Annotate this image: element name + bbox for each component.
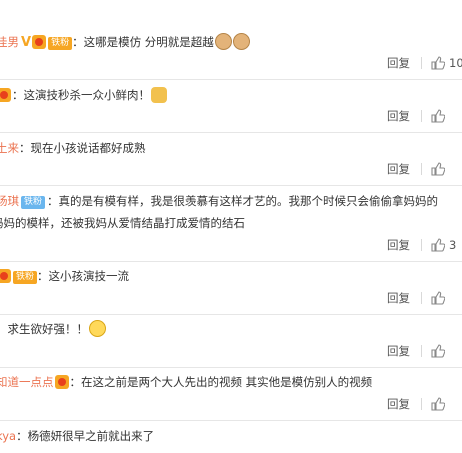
comment-username[interactable]: kya [0,429,16,443]
comment-line: ：这演技秒杀一众小鲜肉！ [0,85,167,105]
comment-line: 杨琪 铁粉 ：真的是有模有样，我是很羡慕有这样才艺的。我那个时候只会偷偷拿妈妈的 [0,191,438,211]
reply-button[interactable]: 回复 [387,159,410,179]
thumbs-up-icon[interactable] [431,162,445,176]
action-divider [421,57,422,69]
comment-line: 知道一点点 ：在这之前是两个大人先出的视频 其实他是模仿别人的视频 [0,372,372,392]
action-divider [421,163,422,175]
comment-username[interactable]: 土来 [0,141,19,155]
comment-username[interactable]: 知道一点点 [0,375,54,389]
comment-text: ：这演技秒杀一众小鲜肉！ [12,88,150,102]
comment-text: ：真的是有模有样，我是很羡慕有这样才艺的。我那个时候只会偷偷拿妈妈的 [47,194,439,208]
comment-text: ：求生欲好强！！ [0,322,88,336]
member-badge-icon [0,88,11,102]
vip-badge: V [21,35,32,50]
comment-line: 铁粉 ：这小孩演技一流 [0,266,129,286]
member-badge-icon [32,35,47,49]
comment-username[interactable]: 佳男 [0,35,19,49]
comment-divider [0,79,462,80]
comment-line: 妈妈的模样，还被我妈从爱情结晶打成爱情的结石 [0,213,245,233]
thumbs-up-icon[interactable] [431,109,445,123]
comment-divider [0,367,462,368]
reply-button[interactable]: 回复 [387,394,410,414]
reply-button[interactable]: 回复 [387,235,410,255]
thumbs-up-icon[interactable] [431,56,445,70]
action-divider [421,239,422,251]
fan-badge: 铁粉 [13,271,38,284]
comment-divider [0,261,462,262]
comment-username[interactable]: 杨琪 [0,194,19,208]
crying-laughing-emoji-icon [89,320,106,337]
thumbs-up-icon[interactable] [431,344,445,358]
thumbs-up-emoji-icon [151,87,167,103]
reply-button[interactable]: 回复 [387,53,410,73]
comment-divider [0,132,462,133]
action-divider [421,345,422,357]
reply-button[interactable]: 回复 [387,341,410,361]
comment-text: ：这哪是模仿 分明就是超越 [72,35,214,49]
cat-emoji-icon [214,33,232,50]
comment-divider [0,185,462,186]
member-badge-icon [0,269,11,283]
comment-divider [0,314,462,315]
comment-text: ：杨德妍很早之前就出来了 [16,429,155,443]
action-divider [421,398,422,410]
comment-line: 佳男 V 铁粉 ：这哪是模仿 分明就是超越 [0,32,250,53]
like-count: 3 [449,238,457,252]
comment-text: ：现在小孩说话都好成熟 [19,141,146,155]
action-divider [421,292,422,304]
thumbs-up-icon[interactable] [431,238,445,252]
comment-line: kya：杨德妍很早之前就出来了 [0,426,154,446]
reply-button[interactable]: 回复 [387,288,410,308]
fan-badge: 铁粉 [48,37,73,50]
like-count: 10 [449,56,462,70]
comment-text: ：在这之前是两个大人先出的视频 其实他是模仿别人的视频 [69,375,373,389]
cat-emoji-icon [232,33,250,50]
thumbs-up-icon[interactable] [431,291,445,305]
member-badge-icon [54,375,69,389]
comment-line: 土来：现在小孩说话都好成熟 [0,138,146,158]
comment-line: ：求生欲好强！！ [0,319,106,339]
thumbs-up-icon[interactable] [431,397,445,411]
comment-text-continued: 妈妈的模样，还被我妈从爱情结晶打成爱情的结石 [0,216,245,230]
comment-divider [0,420,462,421]
fan-badge: 铁粉 [21,196,46,209]
comment-text: ：这小孩演技一流 [37,269,130,283]
reply-button[interactable]: 回复 [387,106,410,126]
action-divider [421,110,422,122]
